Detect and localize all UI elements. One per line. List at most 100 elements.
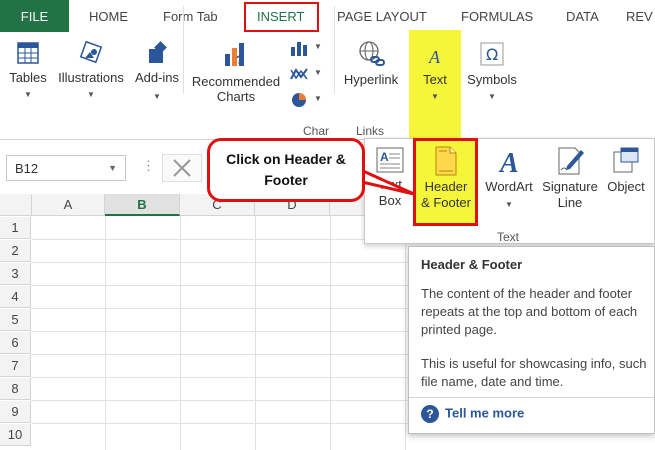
svg-text:?: ?	[236, 53, 243, 67]
svg-text:Ω: Ω	[486, 45, 498, 64]
header-footer-label: Header & Footer	[421, 179, 471, 210]
tab-data[interactable]: DATA	[566, 0, 599, 32]
text-group-label: Text	[497, 230, 520, 244]
tooltip-body-2: This is useful for showcasing info, such…	[421, 356, 647, 389]
select-all-corner[interactable]	[0, 194, 32, 216]
wordart-icon: A	[498, 148, 519, 176]
ribbon-separator	[334, 6, 335, 94]
header-footer-icon	[435, 146, 457, 176]
chevron-down-icon: ▼	[488, 92, 496, 101]
gridline	[180, 216, 181, 450]
charts-group-label: Char	[303, 124, 330, 138]
object-icon	[613, 147, 639, 173]
header-footer-tooltip: Header & Footer The content of the heade…	[408, 246, 655, 434]
illustrations-label: Illustrations	[58, 70, 124, 85]
hyperlink-button[interactable]: Hyperlink	[338, 40, 404, 87]
close-icon	[173, 159, 191, 177]
chevron-down-icon: ▼	[314, 42, 322, 51]
illustrations-button[interactable]: Illustrations ▼	[54, 40, 128, 102]
omega-icon: Ω	[480, 42, 504, 66]
gridline	[330, 216, 331, 450]
chevron-down-icon: ▼	[24, 90, 32, 99]
gridline	[105, 216, 106, 450]
tooltip-title: Header & Footer	[421, 257, 523, 272]
line-chart-icon	[290, 68, 308, 80]
tab-formulas[interactable]: FORMULAS	[461, 0, 533, 32]
tell-me-more-link[interactable]: ? Tell me more	[421, 405, 524, 423]
tooltip-divider	[409, 397, 654, 398]
object-button[interactable]: Object	[603, 146, 649, 195]
row-header[interactable]: 5	[0, 309, 31, 331]
pie-chart-button[interactable]: ▼	[290, 92, 324, 110]
chevron-down-icon: ▼	[431, 92, 439, 101]
line-chart-button[interactable]: ▼	[290, 66, 324, 84]
row-header[interactable]: 1	[0, 217, 31, 239]
hyperlink-icon	[359, 41, 385, 66]
row-header[interactable]: 6	[0, 332, 31, 354]
wordart-button[interactable]: A WordArt ▼	[480, 146, 538, 213]
wordart-label: WordArt	[485, 179, 533, 194]
row-header[interactable]: 7	[0, 355, 31, 377]
column-header[interactable]: A	[32, 194, 105, 216]
tab-form[interactable]: Form Tab	[163, 0, 218, 32]
recommended-charts-button[interactable]: ? Recommended Charts	[186, 40, 286, 104]
recommended-charts-icon: ?	[225, 43, 244, 67]
ribbon-separator	[183, 6, 184, 94]
addins-icon	[149, 41, 167, 63]
tab-file[interactable]: FILE	[0, 0, 69, 32]
bar-chart-icon	[291, 42, 307, 56]
addins-button[interactable]: Add-ins ▼	[134, 40, 180, 104]
addins-label: Add-ins	[134, 70, 180, 85]
chevron-down-icon: ▼	[87, 90, 95, 99]
text-icon: A	[428, 47, 441, 67]
table-icon	[17, 42, 39, 64]
links-group-label: Links	[356, 124, 385, 138]
column-header-selected[interactable]: B	[105, 194, 180, 216]
recommended-charts-label: Recommended Charts	[191, 74, 281, 104]
menu-bar: FILE HOME Form Tab INSERT PAGE LAYOUT FO…	[0, 0, 655, 32]
text-label: Text	[423, 72, 447, 87]
callout-text: Click on Header & Footer	[226, 151, 346, 188]
row-header[interactable]: 2	[0, 240, 31, 262]
row-header[interactable]: 10	[0, 424, 31, 446]
tab-home[interactable]: HOME	[89, 0, 128, 32]
row-header[interactable]: 3	[0, 263, 31, 285]
chevron-down-icon: ▼	[314, 68, 322, 77]
instruction-callout: Click on Header & Footer	[207, 138, 365, 202]
tooltip-body-1: The content of the header and footer rep…	[421, 286, 638, 337]
tables-label: Tables	[9, 70, 47, 85]
chevron-down-icon: ▼	[153, 92, 161, 101]
signature-line-button[interactable]: Signature Line	[539, 146, 601, 211]
name-box-value: B12	[15, 161, 39, 176]
gridline	[405, 216, 406, 450]
symbols-label: Symbols	[467, 72, 517, 87]
illustrations-icon	[79, 40, 103, 64]
svg-text:A: A	[498, 148, 519, 176]
row-header[interactable]: 4	[0, 286, 31, 308]
formula-cancel-button[interactable]	[162, 154, 202, 182]
hyperlink-label: Hyperlink	[343, 72, 399, 87]
gridline	[255, 216, 256, 450]
object-label: Object	[607, 179, 645, 194]
tab-page-layout[interactable]: PAGE LAYOUT	[337, 0, 427, 32]
chevron-down-icon: ▼	[505, 200, 513, 209]
row-header[interactable]: 9	[0, 401, 31, 423]
chevron-down-icon: ▼	[314, 94, 322, 103]
header-footer-button[interactable]: Header & Footer	[417, 146, 475, 211]
formula-bar-dots: ⋮	[142, 158, 155, 173]
tell-me-more-label: Tell me more	[445, 405, 525, 421]
tables-button[interactable]: Tables ▼	[4, 40, 52, 102]
symbols-button[interactable]: Ω Symbols ▼	[463, 40, 521, 104]
tab-review[interactable]: REV	[626, 0, 653, 32]
bar-chart-button[interactable]: ▼	[290, 40, 324, 58]
signature-line-icon	[558, 147, 584, 175]
signature-line-label: Signature Line	[542, 179, 598, 210]
help-icon: ?	[421, 405, 439, 423]
row-header[interactable]: 8	[0, 378, 31, 400]
chevron-down-icon[interactable]: ▼	[108, 163, 117, 173]
name-box[interactable]: B12 ▼	[6, 155, 126, 181]
text-button[interactable]: A Text ▼	[410, 44, 460, 104]
pie-chart-icon	[292, 93, 306, 107]
svg-text:A: A	[428, 47, 441, 67]
insert-tab-highlight	[244, 2, 319, 32]
